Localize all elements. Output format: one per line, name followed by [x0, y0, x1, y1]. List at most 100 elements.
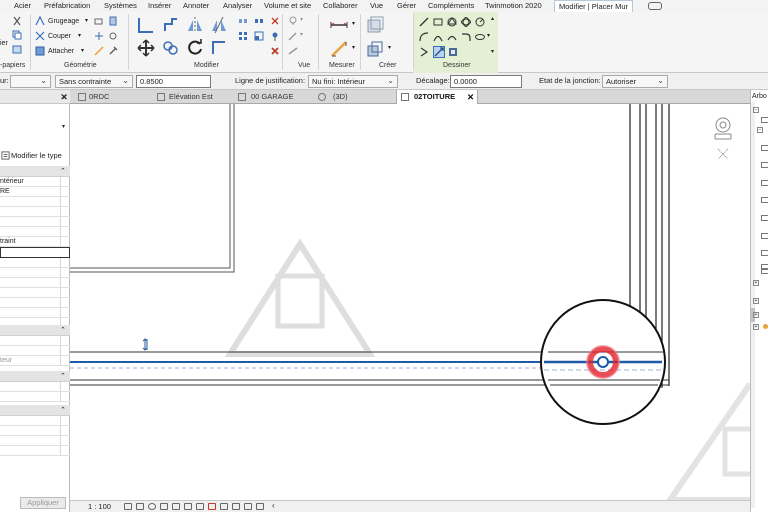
pin-icon[interactable]	[270, 31, 280, 41]
property-row[interactable]	[0, 268, 70, 278]
property-row[interactable]	[0, 207, 70, 217]
lightbulb-icon[interactable]	[288, 16, 298, 26]
rectangle-draw-icon[interactable]	[433, 17, 443, 27]
reveal-hidden-icon[interactable]	[220, 503, 228, 510]
property-row[interactable]	[0, 258, 70, 268]
expand-icon[interactable]: −	[757, 127, 763, 133]
ellipse-draw-icon[interactable]	[475, 32, 485, 42]
paint-icon[interactable]	[108, 16, 118, 26]
property-row[interactable]	[0, 278, 70, 288]
flip-orientation-icon[interactable]	[142, 338, 148, 351]
analysis-icon[interactable]	[256, 503, 264, 510]
shadows-icon[interactable]	[160, 503, 168, 510]
split-face-icon[interactable]	[94, 31, 104, 41]
tree-item[interactable]	[761, 145, 768, 151]
height-input[interactable]: 0.8500	[136, 75, 211, 88]
expand-icon[interactable]: +	[753, 312, 759, 318]
tree-item[interactable]	[761, 250, 768, 256]
trim-extend-icon[interactable]	[210, 39, 228, 57]
group-identity[interactable]: ⌃	[0, 405, 70, 416]
circle-draw-icon[interactable]	[475, 17, 485, 27]
property-row[interactable]	[0, 227, 70, 237]
group-dimensions[interactable]: ⌃	[0, 371, 70, 382]
arc-tangent-icon[interactable]	[447, 32, 457, 42]
measure-icon[interactable]	[330, 16, 348, 34]
temporary-hide-icon[interactable]	[208, 503, 216, 510]
tree-item[interactable]	[761, 215, 768, 221]
sun-path-icon[interactable]	[148, 503, 156, 510]
property-row[interactable]: traint	[0, 237, 70, 247]
edit-type-button[interactable]: Modifier le type	[0, 150, 70, 162]
unlock-3d-icon[interactable]	[196, 503, 204, 510]
visual-style-icon[interactable]	[136, 503, 144, 510]
array-icon[interactable]	[238, 31, 248, 41]
justification-dropdown[interactable]: Nu fini: Intérieur ⌄	[308, 75, 398, 88]
arc-center-icon[interactable]	[433, 32, 443, 42]
expand-icon[interactable]: +	[753, 280, 759, 286]
delete-icon[interactable]	[270, 46, 280, 56]
scroll-left-icon[interactable]: ‹	[272, 501, 275, 510]
tab-gerer[interactable]: Gérer	[397, 1, 416, 11]
expand-icon[interactable]: +	[753, 298, 759, 304]
polygon-circumscribed-icon[interactable]	[461, 17, 471, 27]
view-scale[interactable]: 1 : 100	[88, 502, 111, 511]
pick-walls-icon[interactable]	[448, 47, 458, 57]
level-dropdown[interactable]: ⌄	[10, 75, 51, 88]
rotate-icon[interactable]	[186, 39, 204, 57]
couper-label[interactable]: Couper	[48, 32, 71, 41]
mirror-draw-icon[interactable]	[210, 16, 228, 34]
draw-scroll-down-icon[interactable]: ▾	[491, 48, 494, 55]
tab-annoter[interactable]: Annoter	[183, 1, 209, 11]
expand-icon[interactable]: −	[753, 107, 759, 113]
offset-icon[interactable]	[162, 16, 180, 34]
property-row[interactable]	[0, 336, 70, 346]
worksharing-icon[interactable]	[244, 503, 252, 510]
collapse-icon[interactable]: ⌃	[60, 326, 66, 334]
linework-icon[interactable]	[288, 46, 298, 56]
attacher-label[interactable]: Attacher	[48, 47, 74, 56]
unpin-icon[interactable]	[270, 16, 280, 26]
tree-item[interactable]	[761, 197, 768, 203]
line-draw-icon[interactable]	[419, 17, 429, 27]
join-icon[interactable]	[35, 46, 45, 56]
property-row[interactable]	[0, 288, 70, 298]
tab-complements[interactable]: Compléments	[428, 1, 474, 11]
tree-item[interactable]	[761, 180, 768, 186]
arc-start-end-icon[interactable]	[419, 32, 429, 42]
tab-02toiture[interactable]: 02TOITURE ✕	[396, 90, 478, 104]
property-row[interactable]	[0, 346, 70, 356]
tab-systemes[interactable]: Systèmes	[104, 1, 137, 11]
demolish-icon[interactable]	[108, 31, 118, 41]
grugeage-label[interactable]: Grugeage	[48, 17, 79, 26]
tree-item[interactable]	[761, 233, 768, 239]
property-row[interactable]	[0, 446, 70, 456]
options-toggle-icon[interactable]	[648, 2, 662, 10]
scale-icon[interactable]	[254, 31, 264, 41]
cut-geometry-icon[interactable]	[35, 31, 45, 41]
hammer-icon[interactable]	[108, 46, 118, 56]
collapse-icon[interactable]: ⌃	[60, 167, 66, 175]
create-similar-icon[interactable]	[366, 16, 384, 34]
tab-inserer[interactable]: Insérer	[148, 1, 171, 11]
align-big-icon[interactable]	[137, 16, 155, 34]
property-row[interactable]	[0, 416, 70, 426]
tab-modifier-placer-mur[interactable]: Modifier | Placer Mur	[554, 0, 634, 12]
mirror-axis-icon[interactable]	[186, 16, 204, 34]
tree-item[interactable]	[761, 117, 768, 123]
split-gap-icon[interactable]	[254, 16, 264, 26]
tab-00-garage[interactable]: 00 GARAGE	[238, 90, 314, 104]
browser-scrollbar[interactable]	[751, 102, 755, 508]
expand-icon[interactable]: +	[753, 324, 759, 330]
property-row[interactable]	[0, 426, 70, 436]
draw-scroll-up-icon[interactable]: ▴	[491, 15, 494, 22]
tab-twinmotion[interactable]: Twinmotion 2020	[485, 1, 542, 11]
tab-volume-et-site[interactable]: Volume et site	[264, 1, 311, 11]
collapse-icon[interactable]: ⌃	[60, 406, 66, 414]
tab-acier[interactable]: Acier	[14, 1, 31, 11]
property-row[interactable]	[0, 382, 70, 392]
tab-0rdc[interactable]: ✕ 0RDC	[61, 90, 152, 104]
group-constraints[interactable]: ⌃	[0, 166, 70, 177]
tab-collaborer[interactable]: Collaborer	[323, 1, 358, 11]
close-icon[interactable]: ✕	[61, 90, 68, 104]
drawing-canvas[interactable]	[70, 104, 750, 500]
